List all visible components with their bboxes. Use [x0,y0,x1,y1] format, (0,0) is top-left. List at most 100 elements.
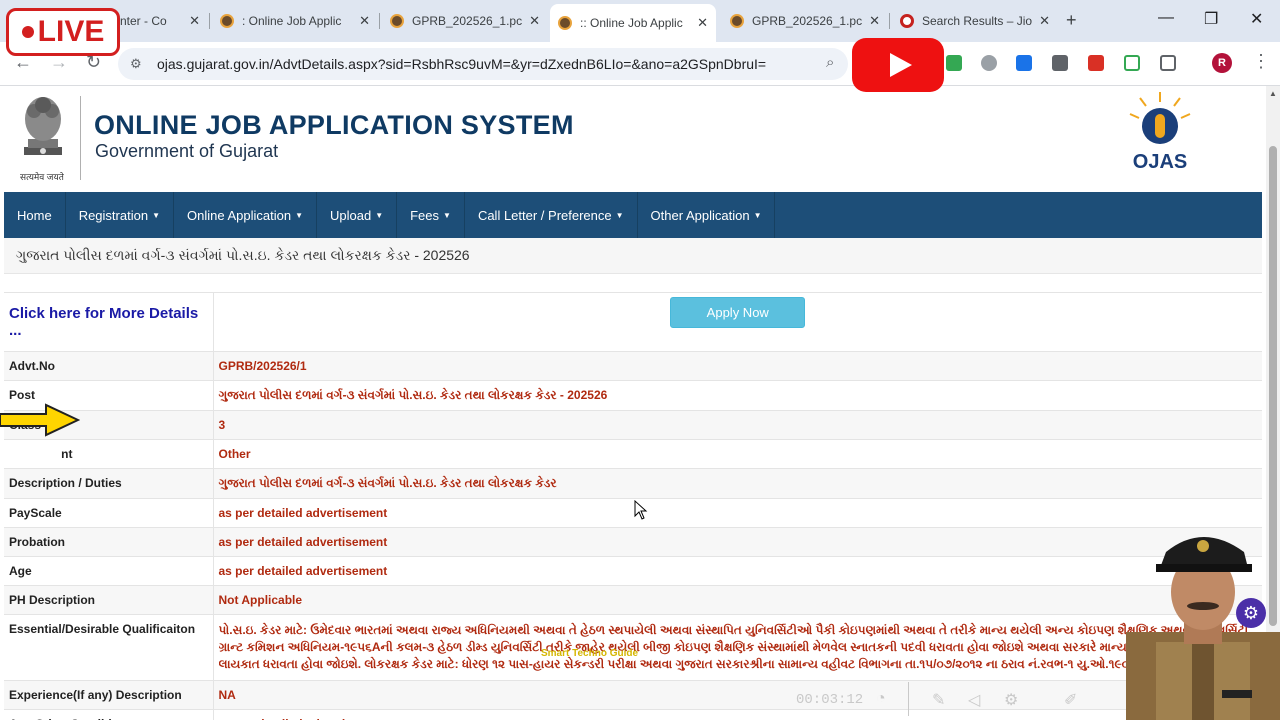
nav-home[interactable]: Home [4,192,66,238]
restore-icon[interactable]: ❐ [1204,9,1218,29]
tab-title: : Online Job Applic [242,14,342,28]
table-row: Post ગુજરાત પોલીસ દળમાં વર્ગ-૩ સંવર્ગમાં… [4,380,1262,411]
row-value: as per detailed advertisement [213,527,1262,557]
nav-label: Home [17,207,52,223]
zoom-icon[interactable]: ⌕ [826,54,834,71]
browser-tab[interactable]: : Online Job Applic ✕ [212,8,378,34]
tab-separator [889,13,890,29]
close-icon[interactable]: ✕ [529,13,540,29]
browser-tab[interactable]: GPRB_202526_1.pc ✕ [382,8,548,34]
settings-badge-icon[interactable]: ⚙ [1236,598,1266,628]
row-value: GPRB/202526/1 [213,351,1262,381]
speaker-icon[interactable]: ◁ [968,690,980,710]
nav-label: Online Application [186,207,292,223]
ojas-favicon-icon [558,16,572,30]
close-icon[interactable]: ✕ [869,13,880,29]
table-row: Age as per detailed advertisement [4,556,1262,586]
mic-off-icon[interactable]: ✎ [932,690,945,710]
close-icon[interactable]: ✕ [359,13,370,29]
nav-fees[interactable]: Fees ▼ [397,192,465,238]
row-label: Probation [4,527,214,557]
tab-separator [379,13,380,29]
caret-down-icon: ▼ [443,210,451,220]
row-label: PayScale [4,498,214,528]
scroll-up-icon[interactable]: ▲ [1269,89,1277,98]
browser-tab[interactable]: Search Results – Jio ✕ [892,8,1058,34]
apply-now-button[interactable]: Apply Now [670,297,806,328]
ojas-favicon-icon [390,14,404,28]
nav-upload[interactable]: Upload ▼ [317,192,398,238]
ojas-logo: OJAS [1129,92,1191,173]
table-row: Any Other Conditions as per detailed adv… [4,709,1262,720]
site-header: सत्यमेव जयते ONLINE JOB APPLICATION SYST… [0,86,1264,192]
row-value: as per detailed advertisement [213,556,1262,586]
nav-call-letter[interactable]: Call Letter / Preference ▼ [465,192,638,238]
post-heading-bar: ગુજરાત પોલીસ દળમાં વર્ગ-૩ સંવર્ગમાં પો.સ… [4,238,1262,274]
row-label: Age [4,556,214,586]
row-value: as per detailed advertisement [213,709,1262,720]
tab-separator [209,13,210,29]
pen-icon[interactable]: ✐ [1064,690,1077,710]
nav-label: Fees [410,207,440,223]
window-close-icon[interactable]: ✕ [1250,9,1263,29]
emblem-caption: सत्यमेव जयते [20,172,64,182]
extension-icon[interactable] [1052,55,1068,71]
url-text[interactable]: ojas.gujarat.gov.in/AdvtDetails.aspx?sid… [157,56,766,72]
table-row: PH Description Not Applicable [4,585,1262,615]
row-value: Not Applicable [213,585,1262,615]
ojas-favicon-icon [220,14,234,28]
close-icon[interactable]: ✕ [1039,13,1050,29]
ojas-logo-text: OJAS [1133,151,1187,173]
nav-other-application[interactable]: Other Application ▼ [638,192,776,238]
mouse-cursor-icon [634,500,648,520]
extension-icon[interactable] [1016,55,1032,71]
settings-icon[interactable]: ⚙ [1004,690,1018,710]
site-settings-icon[interactable]: ⚙ [130,56,142,72]
avatar[interactable]: R [1212,53,1232,73]
close-icon[interactable]: ✕ [189,13,200,29]
globe-extension-icon[interactable] [981,55,997,71]
tab-title: GPRB_202526_1.pc [412,14,523,28]
google-extension-icon[interactable] [946,55,962,71]
table-row: Class 3 [4,410,1262,440]
close-icon[interactable]: ✕ [697,15,708,31]
nav-online-application[interactable]: Online Application ▼ [174,192,317,238]
row-value: ગુજરાત પોલીસ દળમાં વર્ગ-૩ સંવર્ગમાં પો.સ… [213,380,1262,411]
qualification-text: પો.સ.ઇ. કેડર માટે: ઉમેદવાર ભારતમાં અથવા … [218,623,1249,671]
bookmark-extension-icon[interactable] [1088,55,1104,71]
pointer-arrow-icon [0,403,80,437]
row-value: Other [213,439,1262,469]
row-value: as per detailed advertisement [213,498,1262,528]
new-tab-button[interactable]: + [1066,10,1077,31]
tab-title: :: Online Job Applic [580,16,683,30]
table-row: Advt.No GPRB/202526/1 [4,351,1262,381]
screenshot-extension-icon[interactable] [1124,55,1140,71]
pause-icon[interactable]: ◔ [876,690,886,708]
nav-label: Other Application [650,207,750,223]
more-menu-icon[interactable]: ⋮ [1252,51,1270,72]
table-row: Probation as per detailed advertisement [4,527,1262,557]
browser-tab[interactable]: GPRB_202526_1.pc ✕ [722,8,888,34]
national-emblem-icon [24,97,62,155]
browser-tab-active[interactable]: :: Online Job Applic ✕ [550,4,716,42]
puzzle-icon[interactable] [1160,55,1176,71]
tab-title: GPRB_202526_1.pc [752,14,863,28]
caret-down-icon: ▼ [615,210,624,220]
row-value: પો.સ.ઇ. કેડર માટે: ઉમેદવાર ભારતમાં અથવા … [213,614,1262,681]
address-toolbar: ← → ↻ ⚙ ojas.gujarat.gov.in/AdvtDetails.… [0,42,1280,86]
more-details-link[interactable]: Click here for More Details ... [9,305,198,339]
nav-label: Call Letter / Preference [477,207,612,223]
nav-label: Registration [78,207,149,223]
row-label: nt [4,439,214,469]
table-row: PayScale as per detailed advertisement [4,498,1262,528]
row-label: Any Other Conditions [4,709,214,720]
recording-timer: 00:03:12 [796,692,864,708]
live-badge: LIVE [6,8,120,56]
caret-down-icon: ▼ [295,210,303,220]
nav-registration[interactable]: Registration ▼ [66,192,174,238]
nav-label: Upload [329,207,372,223]
row-value: ગુજરાત પોલીસ દળમાં વર્ગ-૩ સંવર્ગમાં પો.સ… [213,468,1262,499]
minimize-icon[interactable]: — [1158,9,1174,27]
channel-watermark: Smart Techno Guide [541,648,639,659]
browser-tab[interactable]: nter - Co ✕ [112,8,208,34]
